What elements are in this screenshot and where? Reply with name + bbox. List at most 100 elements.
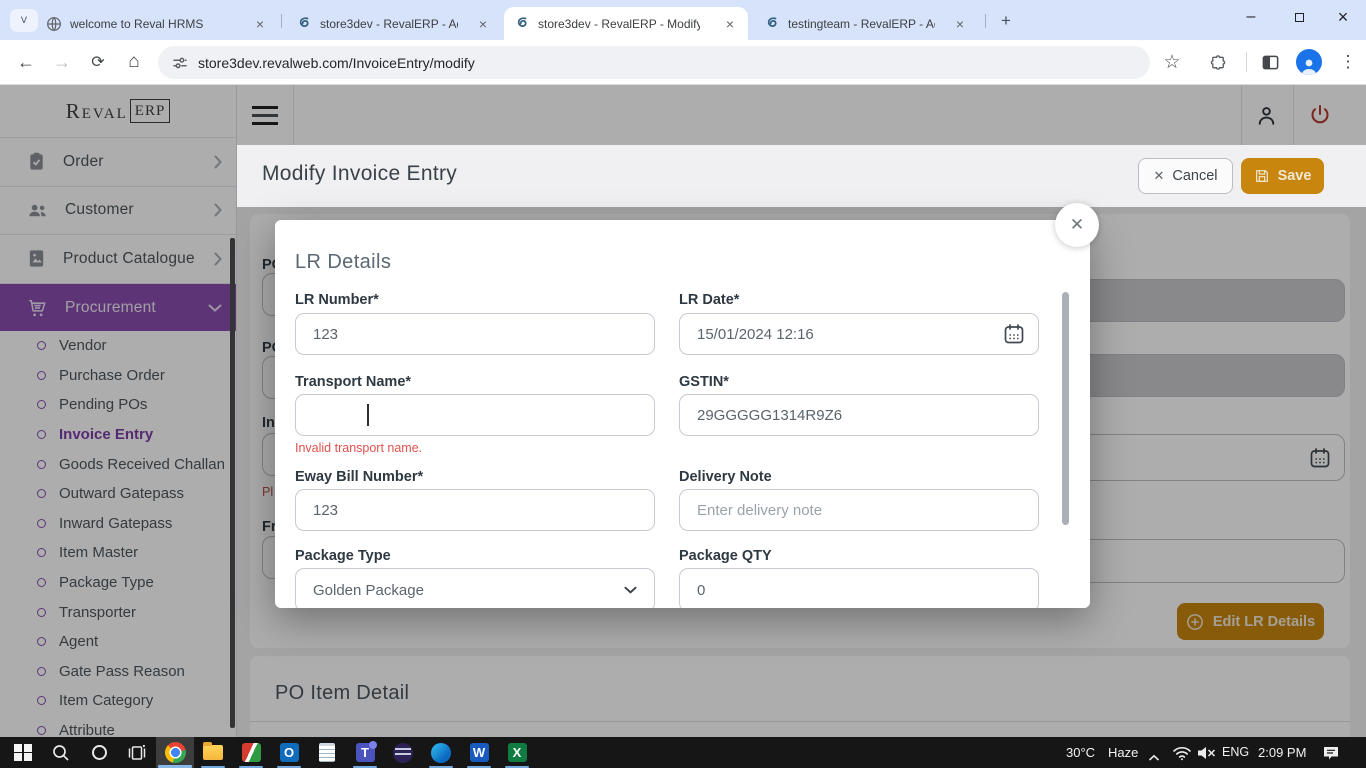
modal-title: LR Details	[295, 251, 391, 274]
lr-number-field	[295, 313, 655, 355]
forward-button[interactable]: →	[48, 48, 76, 76]
page-title: Modify Invoice Entry	[262, 162, 457, 186]
tab-close-icon[interactable]: ×	[722, 15, 738, 33]
package-qty-input[interactable]	[679, 568, 1039, 608]
eway-bill-field	[295, 489, 655, 531]
side-panel-icon	[1261, 53, 1280, 72]
lr-number-input[interactable]	[295, 313, 655, 355]
tab-close-icon[interactable]: ×	[952, 15, 968, 33]
package-qty-label: Package QTY	[679, 548, 772, 564]
reload-button[interactable]: ⟳	[84, 48, 112, 76]
edge-icon	[431, 743, 451, 763]
taskbar-excel-button[interactable]: X	[498, 737, 536, 768]
tab-modify-invoice-active[interactable]: store3dev - RevalERP - Modify I ×	[504, 7, 748, 40]
package-qty-field	[679, 568, 1039, 608]
taskbar-teams-button[interactable]: T	[346, 737, 384, 768]
new-tab-button[interactable]: +	[994, 9, 1018, 33]
home-button[interactable]: ⌂	[120, 48, 148, 76]
window-restore-button[interactable]	[1276, 0, 1322, 34]
extensions-button[interactable]	[1204, 48, 1232, 76]
revalerp-favicon	[514, 16, 530, 32]
transport-name-field	[295, 394, 655, 436]
window-minimize-button[interactable]: –	[1228, 0, 1274, 34]
save-label: Save	[1278, 168, 1312, 184]
tab-reval-hrms[interactable]: welcome to Reval HRMS ×	[36, 7, 278, 40]
wifi-button[interactable]	[1172, 745, 1192, 766]
task-view-icon	[127, 743, 147, 763]
transport-name-input[interactable]	[295, 394, 655, 436]
side-panel-button[interactable]	[1256, 48, 1284, 76]
weather-condition[interactable]: Haze	[1108, 745, 1138, 760]
tab-add-invoice[interactable]: store3dev - RevalERP - Add Inv ×	[286, 7, 501, 40]
browser-tab-strip: ᐯ welcome to Reval HRMS × store3dev - Re…	[0, 0, 1366, 40]
notepad-icon	[319, 743, 335, 762]
action-center-button[interactable]	[1322, 745, 1340, 766]
cancel-label: Cancel	[1172, 168, 1217, 184]
transport-name-label: Transport Name*	[295, 374, 411, 390]
window-close-button[interactable]: ×	[1320, 0, 1366, 34]
taskbar-edge-button[interactable]	[422, 737, 460, 768]
excel-icon: X	[508, 743, 527, 762]
teams-icon: T	[356, 743, 375, 762]
weather-temp[interactable]: 30°C	[1066, 745, 1095, 760]
eway-bill-input[interactable]	[295, 489, 655, 531]
chevron-down-icon	[624, 586, 637, 594]
taskbar-eclipse-button[interactable]	[384, 737, 422, 768]
task-view-button[interactable]	[118, 737, 156, 768]
tab-close-icon[interactable]: ×	[252, 15, 268, 33]
tab-divider	[985, 14, 986, 28]
bookmark-star-button[interactable]: ☆	[1158, 48, 1186, 76]
gstin-field	[679, 394, 1039, 436]
tab-title: testingteam - RevalERP - Add V	[788, 17, 935, 31]
tab-add-vendor[interactable]: testingteam - RevalERP - Add V ×	[754, 7, 978, 40]
save-button[interactable]: Save	[1241, 158, 1324, 194]
package-type-select[interactable]: Golden Package	[295, 568, 655, 608]
close-icon: ✕	[1070, 215, 1084, 235]
site-settings-icon[interactable]	[172, 55, 188, 71]
cortana-button[interactable]	[80, 737, 118, 768]
tab-title: store3dev - RevalERP - Add Inv	[320, 17, 458, 31]
calendar-icon[interactable]	[1002, 322, 1026, 346]
revalerp-favicon	[764, 16, 780, 32]
taskbar-app-button[interactable]	[232, 737, 270, 768]
taskbar-word-button[interactable]: W	[460, 737, 498, 768]
tab-divider	[281, 14, 282, 28]
tab-close-icon[interactable]: ×	[475, 15, 491, 33]
delivery-note-input[interactable]	[679, 489, 1039, 531]
taskbar-outlook-button[interactable]: O	[270, 737, 308, 768]
gstin-input[interactable]	[679, 394, 1039, 436]
save-floppy-icon	[1254, 168, 1270, 184]
cancel-button[interactable]: ✕ Cancel	[1138, 158, 1233, 194]
browser-menu-button[interactable]: ⋮	[1334, 48, 1362, 76]
show-hidden-icons-button[interactable]	[1148, 749, 1160, 767]
revalerp-favicon	[296, 16, 312, 32]
taskbar-explorer-button[interactable]	[194, 737, 232, 768]
tab-title: store3dev - RevalERP - Modify I	[538, 17, 700, 31]
globe-favicon	[46, 16, 62, 32]
delivery-note-label: Delivery Note	[679, 469, 772, 485]
modal-scrollbar[interactable]	[1062, 292, 1069, 525]
package-type-value: Golden Package	[313, 582, 424, 599]
restore-icon	[1295, 13, 1304, 22]
taskbar-search-button[interactable]	[42, 737, 80, 768]
taskbar-chrome-button[interactable]	[156, 737, 194, 768]
clock[interactable]: 2:09 PM	[1258, 745, 1306, 760]
minimize-icon: –	[1247, 8, 1256, 26]
language-indicator[interactable]: ENG	[1222, 745, 1249, 759]
address-bar[interactable]: store3dev.revalweb.com/InvoiceEntry/modi…	[158, 46, 1150, 79]
cortana-icon	[92, 745, 107, 760]
screen: ᐯ welcome to Reval HRMS × store3dev - Re…	[0, 0, 1366, 768]
back-button[interactable]: ←	[12, 48, 40, 76]
lr-date-input[interactable]	[679, 313, 1039, 355]
windows-taskbar: O T W X 30°C Haze ENG 2:09 PM	[0, 737, 1366, 768]
close-icon: ×	[1338, 7, 1349, 28]
notification-icon	[1322, 745, 1340, 761]
modal-close-button[interactable]: ✕	[1055, 203, 1099, 247]
tab-search-button[interactable]: ᐯ	[10, 9, 38, 32]
puzzle-icon	[1209, 53, 1228, 72]
volume-muted-button[interactable]	[1196, 745, 1216, 766]
start-button[interactable]	[4, 737, 42, 768]
profile-avatar[interactable]	[1296, 49, 1322, 75]
windows-logo-icon	[14, 744, 32, 762]
taskbar-notepad-button[interactable]	[308, 737, 346, 768]
